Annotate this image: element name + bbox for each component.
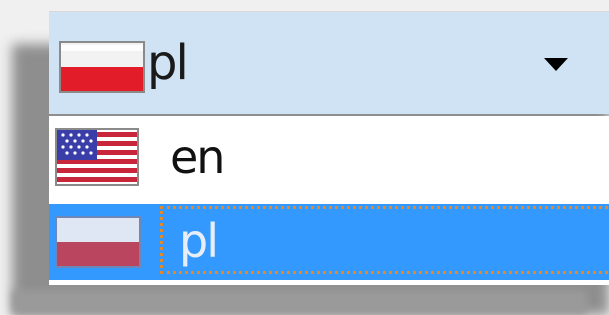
language-option-label: en — [170, 130, 225, 184]
focus-outline — [160, 206, 609, 274]
language-option-en[interactable]: en — [49, 116, 609, 198]
usa-flag-icon — [55, 128, 139, 190]
dropdown-bottom-edge — [49, 280, 609, 285]
language-combobox[interactable]: pl — [49, 11, 609, 114]
poland-flag-icon — [55, 216, 141, 272]
selected-language-value: pl — [147, 35, 189, 91]
dropdown-arrow-icon[interactable] — [544, 58, 568, 71]
language-dropdown-list: en pl — [49, 116, 609, 285]
language-selector-screen: pl en pl — [0, 0, 609, 315]
language-option-pl[interactable]: pl — [49, 204, 609, 280]
poland-flag-icon — [59, 41, 145, 97]
dropdown-shadow-tail — [12, 290, 587, 315]
